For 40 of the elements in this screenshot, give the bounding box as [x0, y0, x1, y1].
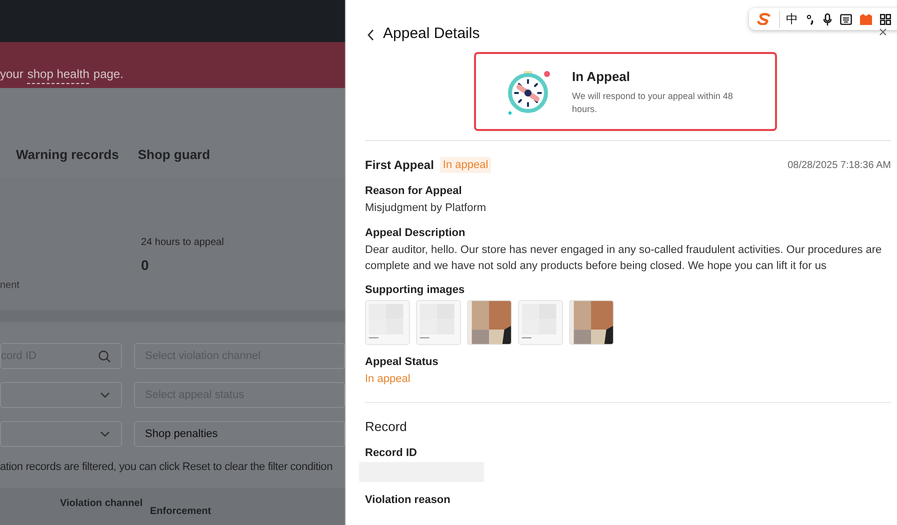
- field-label: Violation reason: [365, 494, 452, 507]
- section-title: Record: [365, 419, 408, 435]
- status-title: In Appeal: [572, 68, 632, 86]
- select-field[interactable]: [0, 382, 122, 408]
- shirt-icon: [860, 14, 872, 24]
- filter-notice: ation records are filtered, you can click Reset to clear the filter condition: [0, 460, 334, 475]
- stat-value: 0: [141, 256, 150, 275]
- field-label: Supporting images: [365, 283, 466, 297]
- close-icon: [879, 28, 887, 36]
- field-label: Reason for Appeal: [365, 184, 463, 198]
- column-header: Violation channel: [59, 498, 144, 508]
- tab[interactable]: Shop guard: [138, 144, 210, 164]
- banner-text: your: [0, 66, 24, 83]
- shop-health-link[interactable]: shop health: [27, 64, 90, 84]
- timestamp: 08/28/2025 7:18:36 AM: [788, 158, 891, 172]
- keyboard-icon: [840, 14, 852, 24]
- status-value: In appeal: [365, 372, 412, 386]
- stat-label: nent: [0, 279, 20, 293]
- language-toggle[interactable]: 中: [779, 10, 798, 28]
- field-label: Appeal Status: [365, 355, 440, 369]
- status-badge: In appeal: [440, 156, 492, 174]
- grid-icon: [880, 14, 891, 24]
- select-field[interactable]: Shop penalties: [134, 421, 345, 447]
- punctuation-icon: [806, 14, 815, 24]
- field-label: Record ID: [365, 447, 418, 460]
- back-icon: [367, 28, 375, 40]
- microphone-icon: [823, 12, 832, 26]
- field-label: Appeal Description: [365, 226, 466, 240]
- stat-label: 24 hours to appeal: [141, 236, 224, 250]
- column-header: Enforcement: [150, 504, 212, 518]
- search-icon: [98, 350, 111, 362]
- field-value: Dear auditor, hello. Our store has never engaged in any so-called fraudulent activities. Our procedures are complete and we have not sold any products before being closed. We hope you can lift it for us: [365, 243, 883, 274]
- drawer-title: Appeal Details: [383, 24, 480, 44]
- swirl-logo-icon: [757, 13, 771, 25]
- select-field[interactable]: [0, 421, 122, 447]
- field-value: Misjudgment by Platform: [365, 201, 488, 216]
- tab[interactable]: Warning records: [16, 144, 119, 164]
- status-message: We will respond to your appeal within 48 hours.: [572, 90, 734, 116]
- section-title: First Appeal: [365, 157, 434, 174]
- banner-text: page.: [93, 66, 124, 83]
